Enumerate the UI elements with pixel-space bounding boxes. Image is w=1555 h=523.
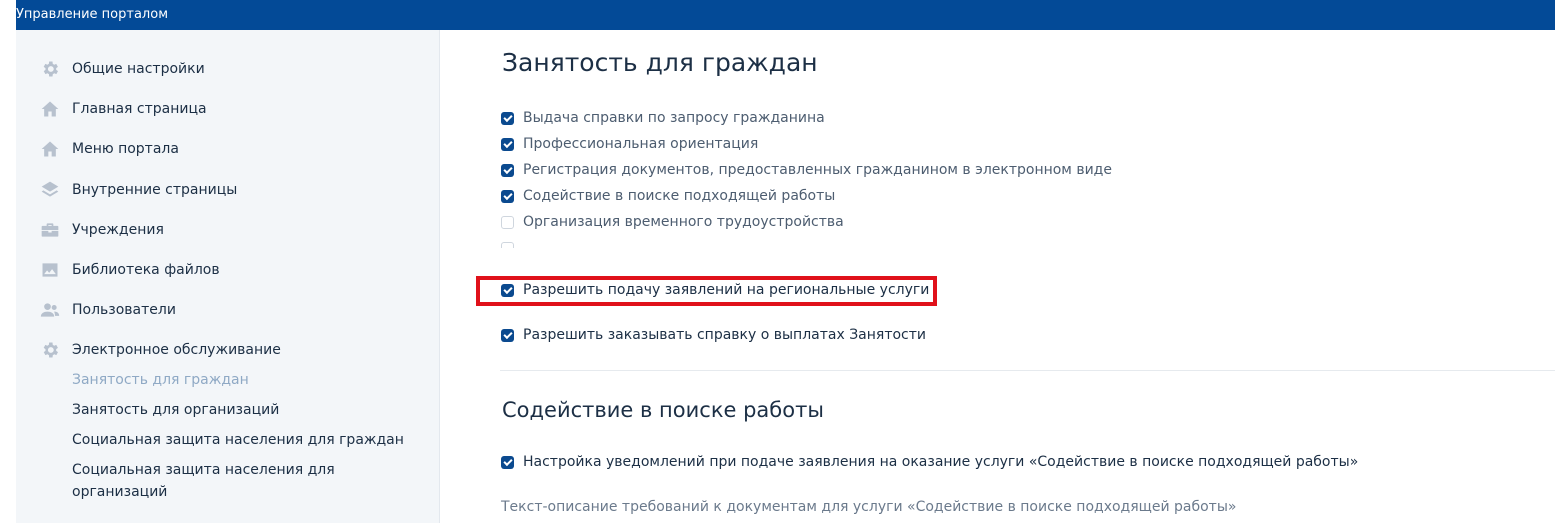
allow-payments-row[interactable]: Разрешить заказывать справку о выплатах … — [501, 325, 926, 345]
sidebar-item-general-settings[interactable]: Общие настройки — [39, 56, 205, 82]
gear-icon — [39, 339, 61, 361]
sidebar-item-institutions[interactable]: Учреждения — [39, 217, 164, 243]
checkbox-label: Регистрация документов, предоставленных … — [523, 162, 1112, 178]
checkbox-checked[interactable] — [501, 455, 514, 469]
gear-icon — [39, 58, 61, 80]
service-checkbox-row[interactable]: Организация временного трудоустройства — [501, 212, 844, 232]
checkbox-checked[interactable] — [501, 111, 514, 125]
sidebar-item-portal-menu[interactable]: Меню портала — [39, 136, 179, 162]
users-icon — [39, 299, 61, 321]
sidebar-item-users[interactable]: Пользователи — [39, 297, 176, 323]
sidebar-item-label: Электронное обслуживание — [72, 342, 281, 358]
service-checkbox-row[interactable]: Содействие в поиске подходящей работы — [501, 186, 835, 206]
sidebar-item-label: Пользователи — [72, 302, 176, 318]
checkbox-checked[interactable] — [501, 137, 514, 151]
divider — [500, 370, 1555, 371]
checkbox-label: Выдача справки по запросу гражданина — [523, 110, 825, 126]
services-scroll-list[interactable]: Выдача справки по запросу гражданина Про… — [501, 108, 1201, 248]
sidebar-item-file-library[interactable]: Библиотека файлов — [39, 257, 220, 283]
top-bar: Управление порталом — [16, 0, 1555, 30]
service-checkbox-row[interactable]: Профессиональная ориентация — [501, 134, 758, 154]
subitem-social-protection-citizens[interactable]: Социальная защита населения для граждан — [72, 429, 412, 451]
checkbox-label: Разрешить заказывать справку о выплатах … — [523, 327, 927, 343]
checkbox-label: Профессиональная ориентация — [523, 136, 759, 152]
checkbox-label: Настройка уведомлений при подаче заявлен… — [523, 454, 1359, 470]
section-title-employment: Занятость для граждан — [502, 48, 818, 77]
home-icon — [39, 98, 61, 120]
layers-icon — [39, 179, 61, 201]
section-title-job-search: Содействие в поиске работы — [502, 398, 824, 422]
sidebar-item-label: Меню портала — [72, 141, 179, 157]
sidebar-item-home-page[interactable]: Главная страница — [39, 96, 207, 122]
main-content: Занятость для граждан Выдача справки по … — [441, 30, 1555, 523]
checkbox-unchecked[interactable] — [501, 241, 514, 248]
documents-description-label: Текст-описание требований к документам д… — [501, 499, 1237, 515]
home-icon — [39, 138, 61, 160]
checkbox-label: Разрешить подачу заявлений на региональн… — [523, 282, 930, 298]
service-checkbox-row-partial[interactable] — [501, 238, 523, 248]
sidebar-item-label: Общие настройки — [72, 61, 205, 77]
allow-regional-row[interactable]: Разрешить подачу заявлений на региональн… — [501, 280, 929, 300]
sidebar-item-inner-pages[interactable]: Внутренние страницы — [39, 177, 237, 203]
left-edge — [0, 0, 16, 523]
sidebar-item-label: Учреждения — [72, 222, 164, 238]
sidebar-item-label: Библиотека файлов — [72, 262, 220, 278]
checkbox-checked[interactable] — [501, 283, 514, 297]
service-checkbox-row[interactable]: Выдача справки по запросу гражданина — [501, 108, 825, 128]
briefcase-icon — [39, 219, 61, 241]
notify-row[interactable]: Настройка уведомлений при подаче заявлен… — [501, 452, 1358, 472]
checkbox-unchecked[interactable] — [501, 215, 514, 229]
checkbox-label: Содействие в поиске подходящей работы — [523, 188, 836, 204]
sidebar: Общие настройки Главная страница Меню по… — [16, 30, 440, 523]
checkbox-checked[interactable] — [501, 189, 514, 203]
checkbox-label: Организация временного трудоустройства — [523, 214, 844, 230]
image-icon — [39, 259, 61, 281]
checkbox-checked[interactable] — [501, 328, 514, 342]
subitem-social-protection-organizations[interactable]: Социальная защита населения для организа… — [72, 459, 372, 503]
subitem-employment-organizations[interactable]: Занятость для организаций — [72, 399, 412, 421]
app-title: Управление порталом — [16, 7, 169, 22]
sidebar-item-e-services[interactable]: Электронное обслуживание — [39, 337, 281, 363]
sidebar-item-label: Главная страница — [72, 101, 207, 117]
sidebar-item-label: Внутренние страницы — [72, 182, 238, 198]
checkbox-checked[interactable] — [501, 163, 514, 177]
service-checkbox-row[interactable]: Регистрация документов, предоставленных … — [501, 160, 1112, 180]
subitem-employment-citizens[interactable]: Занятость для граждан — [72, 369, 412, 391]
